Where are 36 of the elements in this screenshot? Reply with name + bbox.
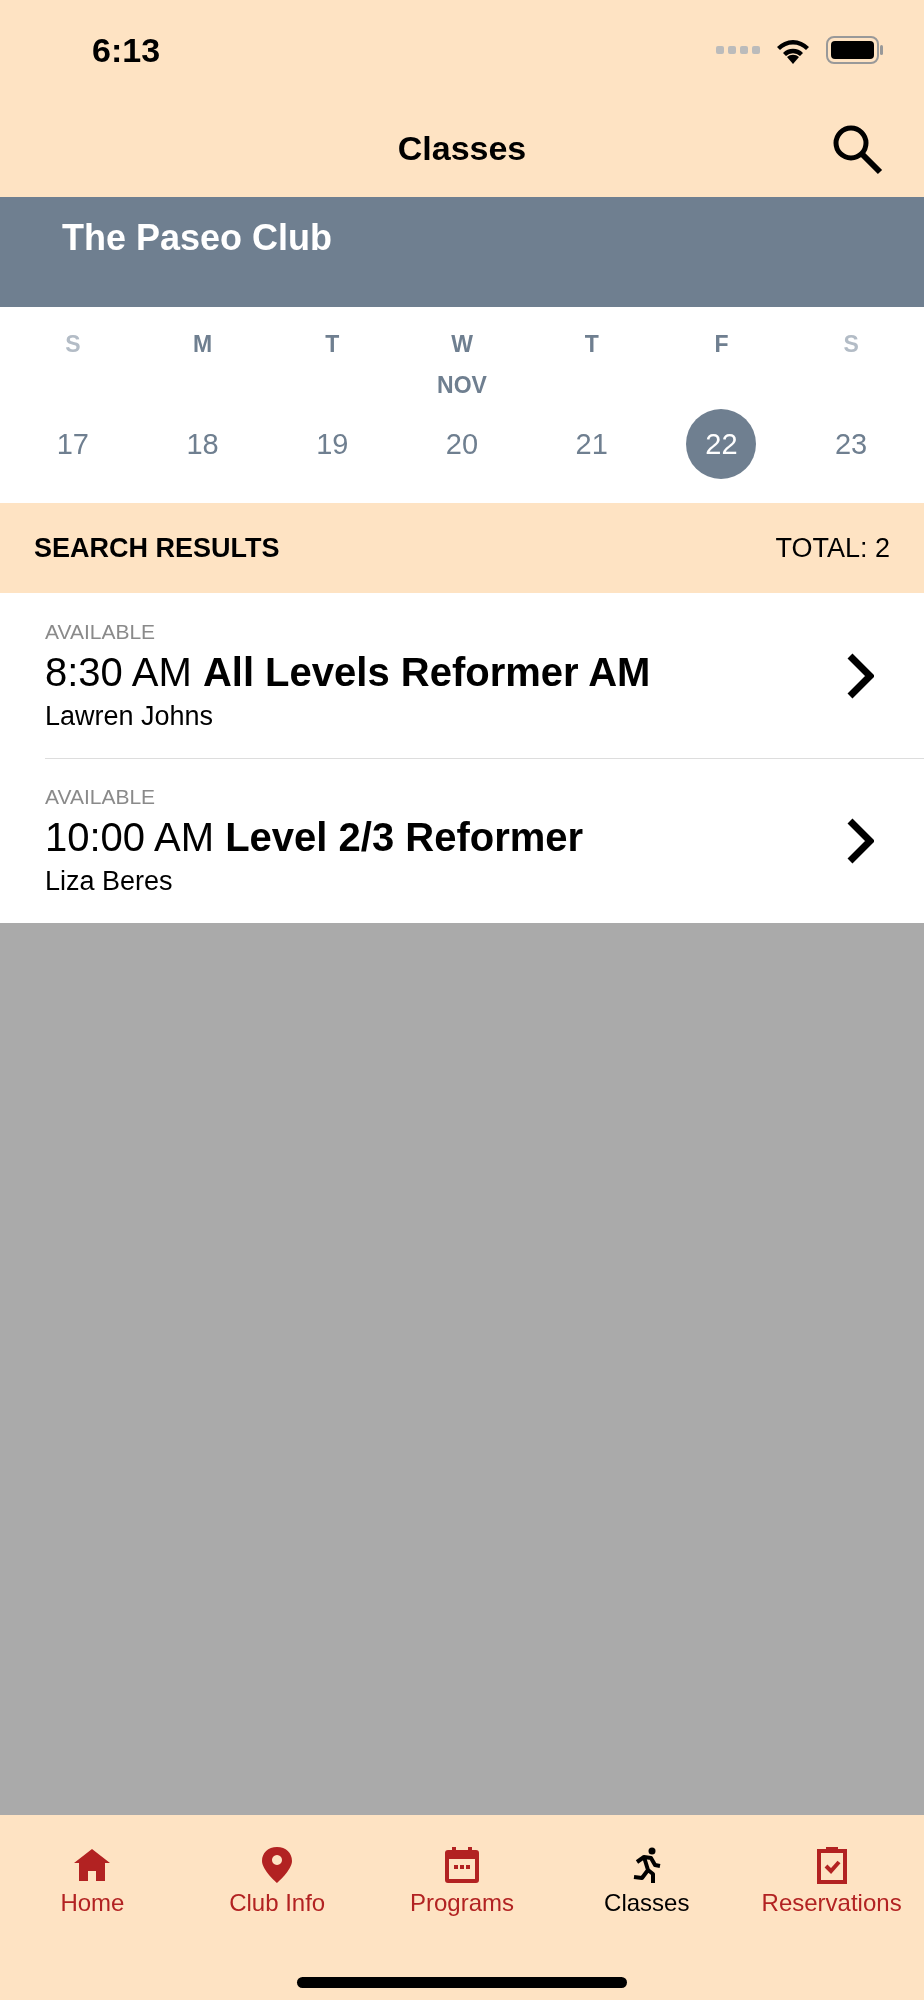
calendar-icon — [442, 1845, 482, 1885]
availability-label: AVAILABLE — [45, 619, 157, 644]
availability-label: AVAILABLE — [45, 785, 157, 809]
weekday-label: T — [325, 331, 340, 358]
signal-icon — [716, 44, 760, 56]
class-title[interactable]: 10:00 AM Level 2/3 Reformer — [45, 815, 846, 860]
weekday-label: W — [451, 331, 473, 358]
chevron-right-icon[interactable] — [846, 817, 874, 865]
calendar-day[interactable]: 22 — [686, 409, 757, 479]
weekday-label: F — [714, 331, 729, 358]
class-title[interactable]: 8:30 AM All Levels Reformer AM — [45, 649, 846, 695]
results-total: TOTAL: 2 — [775, 532, 890, 564]
battery-icon — [826, 36, 884, 64]
calendar-day[interactable]: 21 — [556, 409, 627, 479]
club-name: The Paseo Club — [62, 217, 333, 258]
weekday-label: S — [843, 331, 859, 358]
calendar-day[interactable]: 19 — [297, 409, 368, 479]
chevron-right-icon[interactable] — [846, 651, 874, 700]
tab-bar-item[interactable]: Classes — [554, 1845, 740, 1917]
status-time: 6:13 — [92, 30, 161, 70]
instructor-name: Lawren Johns — [45, 700, 215, 732]
results-heading: SEARCH RESULTS — [34, 532, 280, 564]
tab-bar-item[interactable]: Programs — [369, 1845, 555, 1917]
screen-title: Classes — [397, 129, 527, 168]
tab-bar-item[interactable]: Club Info — [184, 1845, 370, 1917]
instructor-name: Liza Beres — [45, 866, 174, 897]
calendar-day[interactable]: 18 — [167, 409, 238, 479]
weekday-label: S — [65, 331, 81, 358]
tab-bar-item[interactable]: Reservations — [739, 1845, 924, 1917]
calendar-day[interactable]: 20 — [427, 409, 497, 479]
tab-bar-item[interactable]: Home — [0, 1845, 185, 1917]
calendar-day[interactable]: 17 — [37, 409, 108, 479]
weekday-label: M — [192, 331, 213, 358]
weekday-label: T — [584, 331, 599, 358]
calendar-day[interactable]: 23 — [816, 409, 887, 479]
month-label: NOV — [437, 372, 487, 398]
